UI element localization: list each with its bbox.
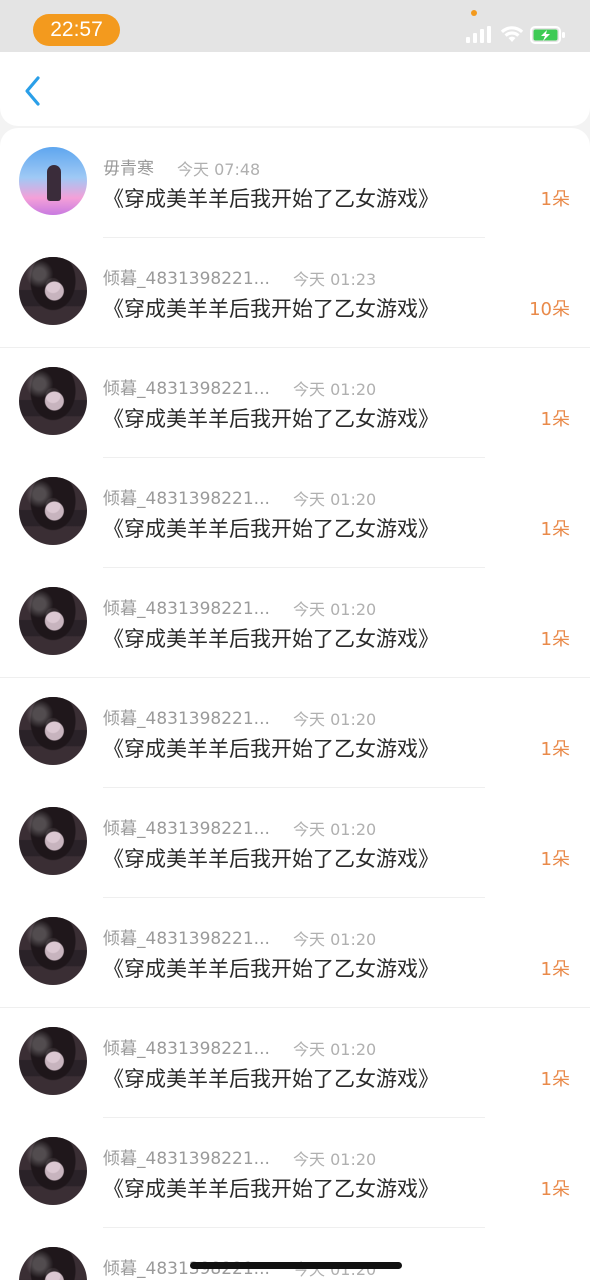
book-title[interactable]: 《穿成美羊羊后我开始了乙女游戏》 [103,953,439,983]
flower-count: 10朵 [529,299,570,320]
flower-count: 1朵 [540,739,570,760]
avatar[interactable] [19,807,87,875]
list-item[interactable]: 倾暮_4831398221... 今天 01:20 [0,1228,590,1280]
flower-count: 1朵 [540,189,570,210]
avatar[interactable] [19,477,87,545]
timestamp: 今天 01:20 [293,490,377,509]
avatar[interactable] [19,917,87,985]
home-indicator[interactable] [190,1262,402,1269]
book-title[interactable]: 《穿成美羊羊后我开始了乙女游戏》 [103,293,439,323]
username[interactable]: 倾暮_4831398221... [103,924,270,949]
list-item[interactable]: 毋青寒 今天 07:48 《穿成美羊羊后我开始了乙女游戏》 1朵 [0,128,590,238]
chevron-left-icon [25,76,40,106]
username[interactable]: 倾暮_4831398221... [103,264,270,289]
flower-count: 1朵 [540,1179,570,1200]
status-time: 22:57 [33,14,120,46]
avatar[interactable] [19,257,87,325]
username[interactable]: 倾暮_4831398221... [103,1034,270,1059]
flower-count: 1朵 [540,1069,570,1090]
book-title[interactable]: 《穿成美羊羊后我开始了乙女游戏》 [103,733,439,763]
book-title[interactable]: 《穿成美羊羊后我开始了乙女游戏》 [103,403,439,433]
list-item[interactable]: 倾暮_4831398221... 今天 01:20 《穿成美羊羊后我开始了乙女游戏》… [0,788,590,898]
list-item[interactable]: 倾暮_4831398221... 今天 01:20 《穿成美羊羊后我开始了乙女游戏》… [0,458,590,568]
avatar[interactable] [19,367,87,435]
timestamp: 今天 01:20 [293,930,377,949]
username[interactable]: 倾暮_4831398221... [103,704,270,729]
timestamp: 今天 01:20 [293,600,377,619]
list-item[interactable]: 倾暮_4831398221... 今天 01:20 《穿成美羊羊后我开始了乙女游戏》… [0,678,590,788]
back-button[interactable] [16,74,50,108]
timestamp: 今天 01:20 [293,710,377,729]
list-item[interactable]: 倾暮_4831398221... 今天 01:20 《穿成美羊羊后我开始了乙女游戏》… [0,1008,590,1118]
timestamp: 今天 01:23 [293,270,377,289]
book-title[interactable]: 《穿成美羊羊后我开始了乙女游戏》 [103,183,439,213]
avatar[interactable] [19,147,87,215]
gift-record-list: 毋青寒 今天 07:48 《穿成美羊羊后我开始了乙女游戏》 1朵 倾暮_48313982… [0,128,590,1280]
list-item[interactable]: 倾暮_4831398221... 今天 01:20 《穿成美羊羊后我开始了乙女游戏》… [0,898,590,1008]
username[interactable]: 倾暮_4831398221... [103,594,270,619]
top-navigation-bar [0,52,590,126]
privacy-indicator-dot [471,10,477,16]
list-item[interactable]: 倾暮_4831398221... 今天 01:20 《穿成美羊羊后我开始了乙女游戏》… [0,568,590,678]
list-item[interactable]: 倾暮_4831398221... 今天 01:20 《穿成美羊羊后我开始了乙女游戏》… [0,348,590,458]
list-item[interactable]: 倾暮_4831398221... 今天 01:23 《穿成美羊羊后我开始了乙女游戏》… [0,238,590,348]
timestamp: 今天 01:20 [293,1040,377,1059]
status-bar: 22:57 [0,0,590,52]
book-title[interactable]: 《穿成美羊羊后我开始了乙女游戏》 [103,1063,439,1093]
username[interactable]: 倾暮_4831398221... [103,814,270,839]
wifi-icon [500,26,524,42]
flower-count: 1朵 [540,959,570,980]
avatar[interactable] [19,587,87,655]
flower-count: 1朵 [540,409,570,430]
avatar[interactable] [19,1027,87,1095]
book-title[interactable]: 《穿成美羊羊后我开始了乙女游戏》 [103,843,439,873]
username[interactable]: 倾暮_4831398221... [103,484,270,509]
flower-count: 1朵 [540,849,570,870]
avatar[interactable] [19,1247,87,1280]
avatar[interactable] [19,697,87,765]
book-title[interactable]: 《穿成美羊羊后我开始了乙女游戏》 [103,1173,439,1203]
timestamp: 今天 07:48 [177,160,261,179]
flower-count: 1朵 [540,629,570,650]
book-title[interactable]: 《穿成美羊羊后我开始了乙女游戏》 [103,623,439,653]
flower-count: 1朵 [540,519,570,540]
battery-charging-icon [530,26,565,44]
username[interactable]: 毋青寒 [103,154,154,179]
timestamp: 今天 01:20 [293,820,377,839]
timestamp: 今天 01:20 [293,380,377,399]
signal-icon [466,26,491,43]
timestamp: 今天 01:20 [293,1150,377,1169]
avatar[interactable] [19,1137,87,1205]
username[interactable]: 倾暮_4831398221... [103,374,270,399]
list-item[interactable]: 倾暮_4831398221... 今天 01:20 《穿成美羊羊后我开始了乙女游戏》… [0,1118,590,1228]
book-title[interactable]: 《穿成美羊羊后我开始了乙女游戏》 [103,513,439,543]
username[interactable]: 倾暮_4831398221... [103,1144,270,1169]
